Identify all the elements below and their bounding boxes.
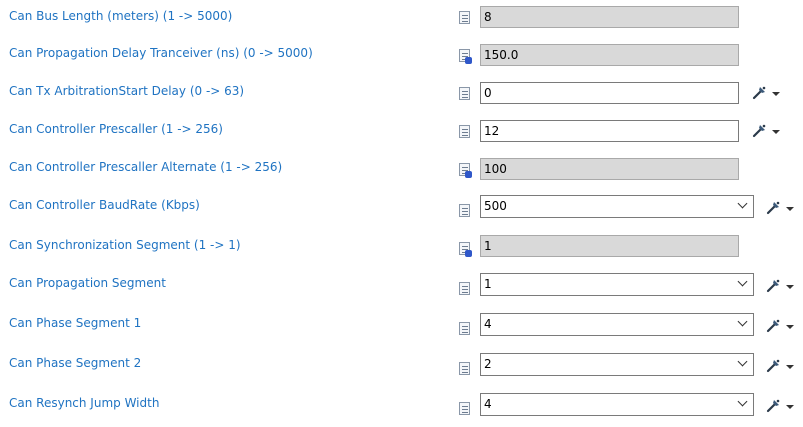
config-tool-button[interactable]: [751, 84, 781, 104]
document-icon: [459, 87, 470, 100]
dropdown-arrow-icon: [786, 207, 794, 211]
dropdown-arrow-icon: [772, 130, 780, 134]
param-value-field[interactable]: 8: [480, 6, 739, 28]
param-value-select[interactable]: 500: [480, 195, 754, 218]
param-value-select[interactable]: 4: [480, 393, 754, 416]
select-value: 1: [484, 277, 492, 291]
param-value-select[interactable]: 2: [480, 353, 754, 376]
document-icon: [459, 402, 470, 415]
param-label: Can Controller Prescaller (1 -> 256): [9, 122, 223, 136]
document-icon: [459, 242, 472, 257]
document-icon: [459, 362, 470, 375]
param-row-bus-length: Can Bus Length (meters) (1 -> 5000) 8: [0, 6, 803, 33]
select-value: 4: [484, 317, 492, 331]
config-tool-button[interactable]: [765, 357, 795, 377]
param-row-prescaller-alternate: Can Controller Prescaller Alternate (1 -…: [0, 158, 803, 184]
dropdown-arrow-icon: [772, 92, 780, 96]
param-value-field[interactable]: 1: [480, 235, 739, 257]
param-label: Can Controller Prescaller Alternate (1 -…: [9, 160, 283, 174]
magic-wand-icon: [766, 279, 780, 293]
magic-wand-icon: [766, 319, 780, 333]
param-label: Can Bus Length (meters) (1 -> 5000): [9, 9, 233, 23]
param-row-propagation-delay: Can Propagation Delay Tranceiver (ns) (0…: [0, 44, 803, 70]
dropdown-arrow-icon: [786, 325, 794, 329]
config-tool-button[interactable]: [765, 199, 795, 219]
dropdown-arrow-icon: [786, 285, 794, 289]
magic-wand-icon: [766, 399, 780, 413]
magic-wand-icon: [766, 201, 780, 215]
param-row-controller-prescaller: Can Controller Prescaller (1 -> 256) 12: [0, 120, 803, 146]
param-label: Can Controller BaudRate (Kbps): [9, 198, 200, 212]
select-value: 4: [484, 397, 492, 411]
param-row-sync-segment: Can Synchronization Segment (1 -> 1) 1: [0, 235, 803, 262]
param-label: Can Synchronization Segment (1 -> 1): [9, 238, 241, 252]
select-value: 2: [484, 357, 492, 371]
param-label: Can Resynch Jump Width: [9, 396, 160, 410]
chevron-down-icon: [737, 198, 748, 209]
param-value-input[interactable]: 12: [480, 120, 739, 142]
magic-wand-icon: [752, 86, 766, 100]
param-label: Can Propagation Delay Tranceiver (ns) (0…: [9, 46, 313, 60]
chevron-down-icon: [737, 276, 748, 287]
document-icon: [459, 163, 472, 178]
param-row-tx-arbitration-delay: Can Tx ArbitrationStart Delay (0 -> 63) …: [0, 82, 803, 108]
chevron-down-icon: [737, 316, 748, 327]
param-value-field[interactable]: 150.0: [480, 44, 739, 66]
document-icon: [459, 125, 470, 138]
config-tool-button[interactable]: [765, 317, 795, 337]
param-value-select[interactable]: 4: [480, 313, 754, 336]
document-icon: [459, 282, 470, 295]
magic-wand-icon: [766, 359, 780, 373]
param-value-input[interactable]: 0: [480, 82, 739, 104]
param-row-propagation-segment: Can Propagation Segment 1: [0, 273, 803, 300]
param-row-phase-segment-1: Can Phase Segment 1 4: [0, 313, 803, 340]
param-label: Can Phase Segment 2: [9, 356, 142, 370]
chevron-down-icon: [737, 356, 748, 367]
magic-wand-icon: [752, 124, 766, 138]
param-value-field[interactable]: 100: [480, 158, 739, 180]
chevron-down-icon: [737, 396, 748, 407]
config-tool-button[interactable]: [765, 397, 795, 417]
config-tool-button[interactable]: [765, 277, 795, 297]
param-value-select[interactable]: 1: [480, 273, 754, 296]
document-icon: [459, 49, 472, 64]
document-icon: [459, 204, 470, 217]
param-label: Can Propagation Segment: [9, 276, 166, 290]
config-tool-button[interactable]: [751, 122, 781, 142]
document-icon: [459, 322, 470, 335]
param-row-phase-segment-2: Can Phase Segment 2 2: [0, 353, 803, 380]
select-value: 500: [484, 199, 507, 213]
document-icon: [459, 11, 470, 24]
dropdown-arrow-icon: [786, 365, 794, 369]
param-label: Can Tx ArbitrationStart Delay (0 -> 63): [9, 84, 245, 98]
param-row-baudrate: Can Controller BaudRate (Kbps) 500: [0, 195, 803, 222]
param-label: Can Phase Segment 1: [9, 316, 142, 330]
dropdown-arrow-icon: [786, 405, 794, 409]
param-row-resynch-jump-width: Can Resynch Jump Width 4: [0, 393, 803, 420]
